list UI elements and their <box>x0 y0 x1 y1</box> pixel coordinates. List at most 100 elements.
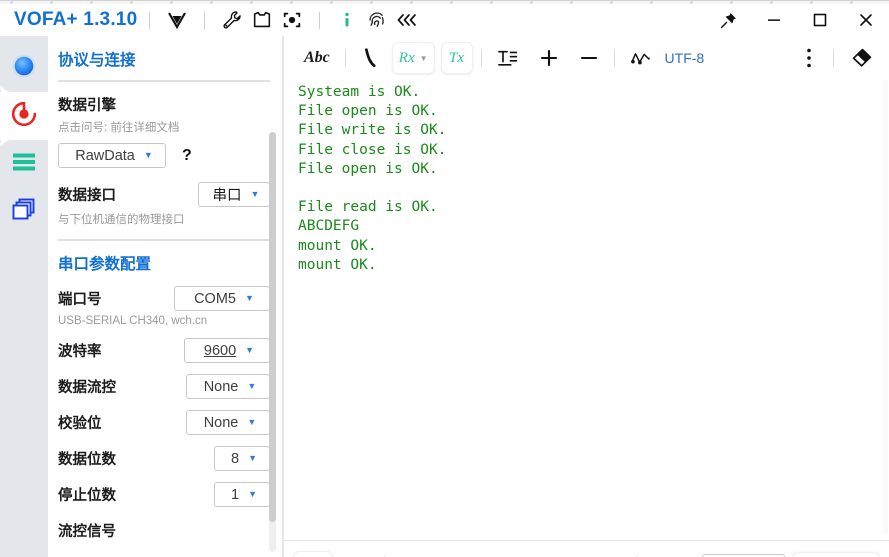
chevron-down-icon: ▼ <box>245 345 255 355</box>
encoding-label[interactable]: UTF-8 <box>665 50 705 66</box>
flow-control-select[interactable]: None ▼ <box>186 374 270 399</box>
divider <box>58 80 270 82</box>
parity-label: 校验位 <box>58 416 102 432</box>
maximize-button[interactable] <box>797 4 843 36</box>
stop-bits-select[interactable]: 1 ▼ <box>214 482 270 507</box>
title-bar-left-group: VOFA+ 1.3.10 <box>0 6 422 34</box>
port-row: 端口号 COM5 ▼ <box>58 286 270 311</box>
close-button[interactable] <box>843 4 889 36</box>
chevron-down-icon: ▼ <box>247 381 257 391</box>
chevron-down-icon: ▼ <box>143 150 153 160</box>
data-bits-value: 8 <box>231 450 240 467</box>
divider <box>204 11 206 29</box>
more-vertical-icon[interactable] <box>794 43 824 73</box>
parity-row: 校验位 None ▼ <box>58 410 270 435</box>
send-input[interactable] <box>395 552 591 557</box>
stop-bits-row: 停止位数 1 ▼ <box>58 482 270 507</box>
parity-value: None <box>203 414 239 431</box>
page-title: 协议与连接 <box>58 52 136 69</box>
rx-label: Rx <box>398 49 415 66</box>
data-bits-select[interactable]: 8 ▼ <box>214 446 270 471</box>
terminal-scrollbar[interactable] <box>883 80 888 535</box>
baud-label: 波特率 <box>58 344 102 360</box>
shirt-icon[interactable] <box>247 6 277 34</box>
divider <box>319 11 321 29</box>
tx-label: Tx <box>449 49 465 66</box>
zoom-in-button[interactable] <box>533 43 565 73</box>
chevron-down-icon: ▼ <box>248 453 257 463</box>
divider <box>480 49 482 67</box>
target-icon[interactable] <box>277 6 307 34</box>
port-value: COM5 <box>194 290 236 307</box>
data-engine-select[interactable]: RawData ▼ <box>58 143 166 168</box>
eraser-icon[interactable] <box>843 43 879 73</box>
chevron-down-icon: ▼ <box>244 293 254 303</box>
flow-control-row: 数据流控 None ▼ <box>58 374 270 399</box>
baud-select[interactable]: 9600 ▼ <box>184 338 270 363</box>
send-eraser-icon[interactable] <box>590 552 626 557</box>
sidebar-item-list[interactable] <box>0 140 48 188</box>
baud-row: 波特率 9600 ▼ <box>58 338 270 363</box>
baud-value: 9600 <box>203 342 237 359</box>
divider <box>344 49 346 67</box>
serial-params-title: 串口参数配置 <box>58 256 152 273</box>
flow-signal-row: 流控信号 <box>58 520 280 541</box>
record-target-icon <box>9 99 39 134</box>
window-controls <box>705 4 889 36</box>
data-interface-value: 串口 <box>212 188 242 204</box>
settings-panel: 协议与连接 数据引擎 点击问号: 前往详细文档 RawData ▼ ? 数据接口… <box>48 36 282 557</box>
append-mode-select[interactable]: 无追加 ▼ <box>702 553 785 557</box>
vofa-app-window: VOFA+ 1.3.10 协议与连接 数据引擎 点击问号: 前往详细文档 Raw… <box>0 0 889 557</box>
waveform-icon[interactable] <box>624 43 658 73</box>
tab-abc-text-mode[interactable]: Abc <box>298 43 336 73</box>
fingerprint-icon[interactable] <box>362 6 392 34</box>
help-question-icon[interactable]: ? <box>182 147 192 165</box>
chevron-down-icon: ▼ <box>419 53 428 63</box>
vofa-logo-icon[interactable] <box>162 6 192 34</box>
terminal-panel: Abc Rx ▼ Tx UTF-8 Systeam is OK. File op… <box>284 36 889 557</box>
divider <box>833 49 834 67</box>
rx-toggle-button[interactable]: Rx ▼ <box>392 43 434 73</box>
data-interface-select[interactable]: 串口 ▼ <box>198 182 270 207</box>
info-icon[interactable] <box>332 6 362 34</box>
tx-toggle-button[interactable]: Tx <box>441 43 472 73</box>
send-bar: Abc <box>284 541 889 557</box>
pin-button[interactable] <box>705 4 751 36</box>
chevron-down-icon: ▼ <box>248 489 257 499</box>
flow-signal-label: 流控信号 <box>58 524 116 540</box>
data-bits-row: 数据位数 8 ▼ <box>58 446 270 471</box>
data-interface-row: 数据接口 串口 ▼ <box>58 182 270 207</box>
collapse-left-icon[interactable] <box>392 6 422 34</box>
terminal-output[interactable]: Systeam is OK. File open is OK. File wri… <box>284 80 889 540</box>
data-interface-label: 数据接口 <box>58 188 116 204</box>
settings-scrollbar-track[interactable] <box>269 132 276 552</box>
phone-hook-icon[interactable] <box>355 43 387 73</box>
list-lines-icon <box>10 150 38 179</box>
chevron-down-icon: ▼ <box>250 189 260 199</box>
send-button[interactable]: 发送(S) ▼ <box>792 552 879 557</box>
text-format-icon[interactable] <box>491 43 525 73</box>
stop-bits-label: 停止位数 <box>58 488 116 504</box>
port-select[interactable]: COM5 ▼ <box>174 286 270 311</box>
data-engine-title: 数据引擎 <box>58 98 116 114</box>
minimize-button[interactable] <box>751 4 797 36</box>
parity-select[interactable]: None ▼ <box>186 410 270 435</box>
sidebar-item-record[interactable] <box>0 80 48 152</box>
data-interface-hint: 与下位机通信的物理接口 <box>58 214 185 226</box>
send-text-mode-button[interactable]: Abc <box>294 552 332 557</box>
stop-bits-value: 1 <box>231 486 240 503</box>
terminal-toolbar: Abc Rx ▼ Tx UTF-8 <box>284 36 889 80</box>
settings-panel-content: 协议与连接 数据引擎 点击问号: 前往详细文档 RawData ▼ ? 数据接口… <box>48 36 280 541</box>
stacked-windows-icon <box>10 197 38 228</box>
sidebar-item-windows[interactable] <box>0 188 48 236</box>
data-engine-hint: 点击问号: 前往详细文档 <box>58 122 180 134</box>
send-file-icon[interactable] <box>340 552 374 557</box>
zoom-out-button[interactable] <box>573 43 605 73</box>
icon-rail <box>0 36 48 557</box>
wrench-icon[interactable] <box>217 6 247 34</box>
divider <box>149 11 151 29</box>
settings-scrollbar-thumb[interactable] <box>269 132 276 522</box>
script-icon[interactable]: ▼ <box>647 552 694 557</box>
chevron-down-icon: ▼ <box>247 417 257 427</box>
divider <box>613 49 615 67</box>
